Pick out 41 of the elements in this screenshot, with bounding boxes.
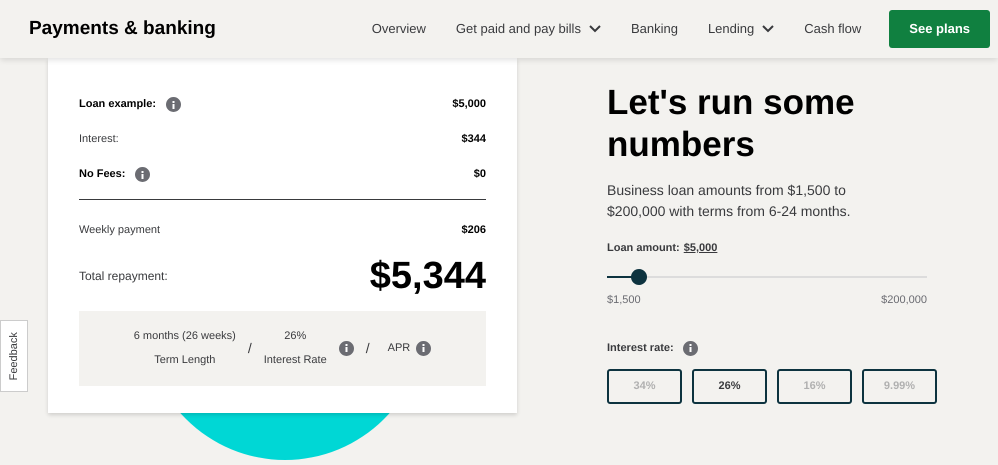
total-repayment-value: $5,344 xyxy=(370,254,486,298)
nav-link[interactable]: Cash flow xyxy=(804,19,862,39)
slider-min-label: $1,500 xyxy=(607,292,641,308)
rate-value: 26% xyxy=(284,328,306,344)
calculator-intro: Business loan amounts from $1,500 to $200,000 with terms from 6-24 months. xyxy=(607,181,852,221)
row-value: $0 xyxy=(474,167,486,182)
row-value: $5,000 xyxy=(452,97,486,112)
weekly-payment-label: Weekly payment xyxy=(79,223,160,238)
info-icon[interactable] xyxy=(166,97,182,112)
weekly-payment-value: $206 xyxy=(462,223,486,238)
chevron-down-icon xyxy=(762,25,774,33)
rate-label: Interest Rate xyxy=(264,353,327,368)
row-label: Interest: xyxy=(79,132,119,148)
loan-amount-value: $5,000 xyxy=(684,241,718,256)
slider-max-label: $200,000 xyxy=(881,292,927,308)
calculator-heading: Let's run some numbers xyxy=(607,82,856,166)
rate-option[interactable]: 26% xyxy=(692,368,767,404)
feedback-tab[interactable]: Feedback xyxy=(0,320,28,392)
row-value: $344 xyxy=(462,132,486,148)
chevron-down-icon xyxy=(588,25,601,33)
separator-slash: / xyxy=(366,338,370,358)
apr-label: APR xyxy=(388,340,410,356)
term-label: Term Length xyxy=(154,353,216,368)
info-icon[interactable] xyxy=(682,340,698,356)
see-plans-button[interactable]: See plans xyxy=(889,10,990,48)
nav-link[interactable]: Get paid and pay bills xyxy=(456,19,601,39)
separator-slash: / xyxy=(248,338,252,358)
total-repayment-label: Total repayment: xyxy=(79,268,168,284)
nav-link[interactable]: Overview xyxy=(372,19,426,39)
nav-link[interactable]: Lending xyxy=(708,19,774,39)
info-icon[interactable] xyxy=(338,340,354,356)
info-icon[interactable] xyxy=(416,340,432,356)
row-label: No Fees: xyxy=(79,167,126,182)
slider-thumb[interactable] xyxy=(631,268,647,284)
page-title: Payments & banking xyxy=(29,16,216,41)
row-label: Loan example: xyxy=(79,97,156,112)
term-value: 6 months (26 weeks) xyxy=(134,328,236,344)
info-icon[interactable] xyxy=(135,167,150,182)
nav-link[interactable]: Banking xyxy=(630,19,678,39)
interest-rate-label: Interest rate: xyxy=(607,341,674,356)
loan-amount-label: Loan amount: xyxy=(607,241,680,256)
